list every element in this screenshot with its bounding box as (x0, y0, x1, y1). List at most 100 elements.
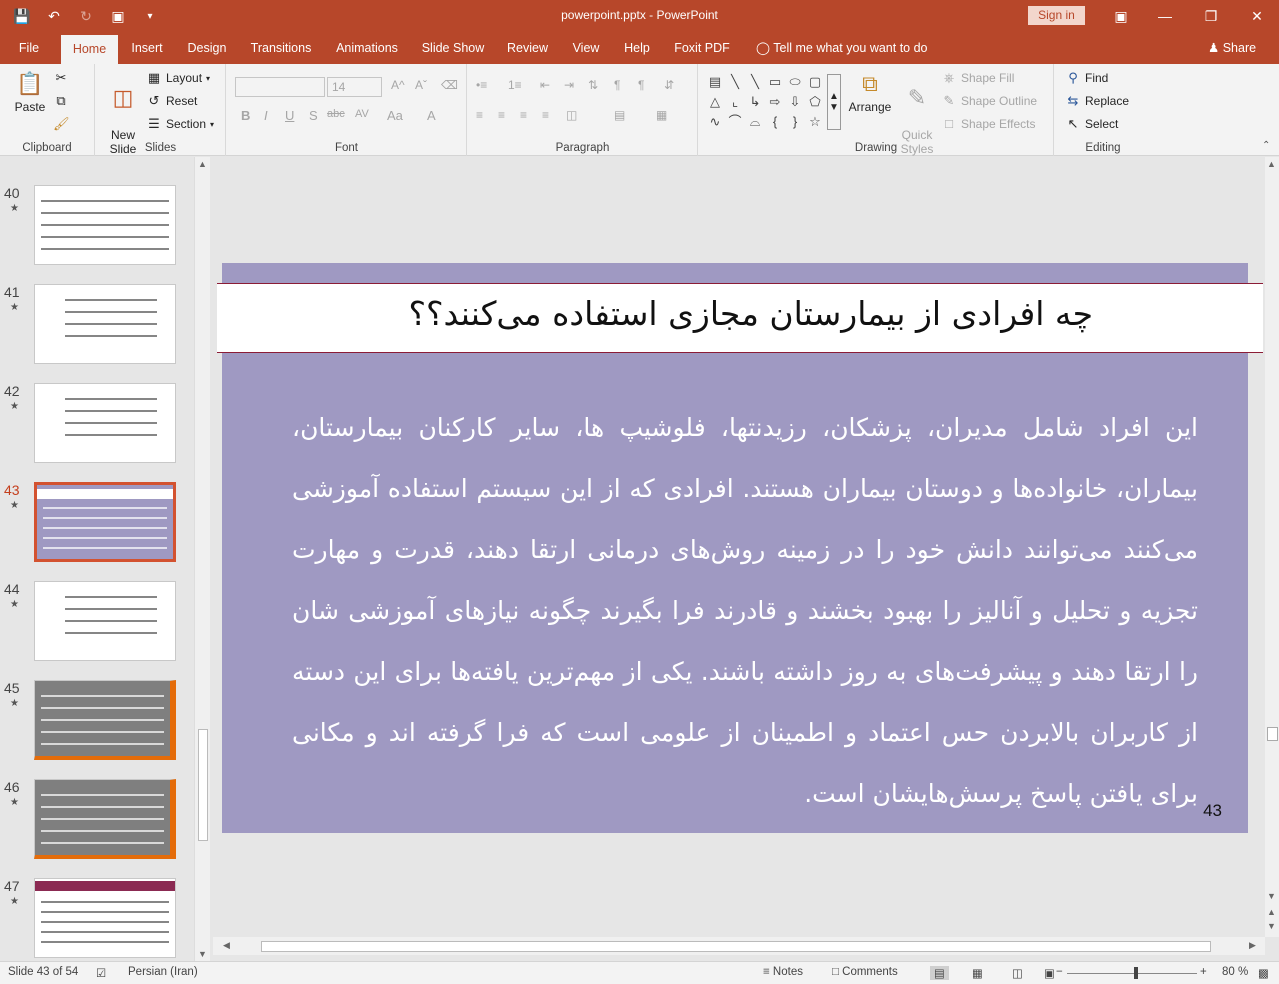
ltr-icon[interactable]: ¶ (614, 78, 620, 92)
smartart-icon[interactable]: ▦ (656, 108, 667, 122)
triangle-shape-icon[interactable]: △ (706, 92, 724, 112)
scroll-left-arrow[interactable]: ◀ (223, 940, 230, 951)
slide-thumbnail[interactable] (34, 779, 176, 859)
slide-title-box[interactable]: چه افرادی از بیمارستان مجازی استفاده می‌… (217, 283, 1263, 353)
spell-check-icon[interactable]: ☑ (96, 966, 106, 980)
paste-button[interactable]: 📋 Paste (8, 70, 52, 114)
tab-design[interactable]: Design (180, 32, 234, 64)
shape-more-icon[interactable]: ⬠ (806, 92, 824, 112)
replace-button[interactable]: ⇆ Replace (1065, 93, 1129, 109)
clear-formatting-icon[interactable]: ⌫ (441, 78, 458, 92)
sign-in-button[interactable]: Sign in (1028, 6, 1085, 25)
shapes-gallery[interactable]: ▤ ╲ ╲ ▭ ⬭ ▢ △ ⌞ ↳ ⇨ ⇩ ⬠ ∿ ⌒ ⌓ { } ☆ (706, 72, 824, 134)
cut-button[interactable]: ✂ (53, 70, 69, 86)
elbow-connector-icon[interactable]: ⌞ (726, 92, 744, 112)
section-button[interactable]: ☰ Section ▾ (146, 116, 214, 132)
slide-thumbnail[interactable] (34, 383, 176, 463)
slide-thumbnail[interactable] (34, 680, 176, 760)
thumbnails-scroll-thumb[interactable] (198, 729, 208, 841)
scroll-down-arrow[interactable]: ▼ (198, 949, 207, 959)
shapes-gallery-scroll[interactable]: ▲ ▼ (827, 74, 841, 130)
tab-review[interactable]: Review (500, 32, 555, 64)
collapse-ribbon-icon[interactable]: ⌃ (1262, 140, 1270, 151)
columns-icon[interactable]: ◫ (566, 108, 577, 122)
rectangle-shape-icon[interactable]: ▭ (766, 72, 784, 92)
line-shape-icon[interactable]: ╲ (726, 72, 744, 92)
shrink-font-icon[interactable]: Aˇ (415, 78, 427, 92)
shadow-button[interactable]: S (309, 108, 318, 123)
notes-button[interactable]: ≡ Notes (763, 966, 803, 978)
select-button[interactable]: ↖ Select (1065, 116, 1119, 132)
zoom-out-icon[interactable]: − (1056, 966, 1063, 978)
bold-button[interactable]: B (241, 108, 250, 123)
zoom-slider-knob[interactable] (1134, 967, 1138, 979)
arrange-button[interactable]: ⧉ Arrange (845, 70, 895, 114)
slide-sorter-icon[interactable]: ▦ (972, 966, 983, 980)
current-slide[interactable]: چه افرادی از بیمارستان مجازی استفاده می‌… (217, 263, 1263, 833)
minimize-icon[interactable]: — (1143, 0, 1187, 32)
align-text-icon[interactable]: ▤ (614, 108, 625, 122)
editor-horizontal-scrollbar[interactable]: ◀ ▶ (213, 937, 1265, 955)
slide-thumbnail[interactable] (34, 284, 176, 364)
comments-button[interactable]: □ Comments (832, 966, 898, 978)
elbow-arrow-icon[interactable]: ↳ (746, 92, 764, 112)
tab-help[interactable]: Help (617, 32, 657, 64)
oval-shape-icon[interactable]: ⬭ (786, 72, 804, 92)
scroll-up-arrow[interactable]: ▲ (198, 159, 207, 169)
copy-button[interactable]: ⧉ (53, 93, 69, 109)
character-spacing-button[interactable]: AV (355, 108, 369, 120)
format-painter-button[interactable]: 🖌 (53, 116, 70, 132)
normal-view-icon[interactable]: ▤ (930, 966, 949, 980)
zoom-level[interactable]: 80 % (1222, 966, 1248, 978)
horizontal-scroll-thumb[interactable] (261, 941, 1211, 952)
editor-vertical-scrollbar[interactable]: ▲ ▼ ▲ ▼ (1265, 157, 1279, 937)
tab-animations[interactable]: Animations (328, 32, 406, 64)
font-size-combo[interactable]: 14 (327, 77, 382, 97)
line-spacing-icon[interactable]: ⇅ (588, 78, 598, 92)
tab-home[interactable]: Home (61, 35, 118, 64)
slide-thumbnail[interactable] (34, 878, 176, 958)
arc-shape-icon[interactable]: ⌒ (726, 112, 744, 132)
slideshow-view-icon[interactable]: ▣ (1044, 966, 1055, 980)
italic-button[interactable]: I (264, 108, 268, 123)
tab-transitions[interactable]: Transitions (244, 32, 318, 64)
tab-view[interactable]: View (565, 32, 607, 64)
tab-file[interactable]: File (8, 32, 50, 64)
textbox-shape-icon[interactable]: ▤ (706, 72, 724, 92)
align-left-icon[interactable]: ≡ (476, 108, 483, 122)
share-button[interactable]: ♟ Share (1208, 32, 1256, 64)
editor-scroll-thumb[interactable] (1267, 727, 1278, 741)
previous-slide-icon[interactable]: ▲ (1267, 907, 1276, 917)
star-shape-icon[interactable]: ☆ (806, 112, 824, 132)
shape-fill-button[interactable]: ⎈ Shape Fill (941, 70, 1015, 86)
change-case-button[interactable]: Aa (387, 108, 403, 123)
find-button[interactable]: ⚲ Find (1065, 70, 1108, 86)
tab-slide-show[interactable]: Slide Show (416, 32, 490, 64)
line-shape-icon[interactable]: ╲ (746, 72, 764, 92)
scroll-right-arrow[interactable]: ▶ (1249, 940, 1256, 951)
brace-right-icon[interactable]: } (786, 112, 804, 132)
ribbon-display-options-icon[interactable]: ▣ (1099, 0, 1143, 32)
strikethrough-button[interactable]: abc (327, 108, 345, 120)
rounded-rectangle-shape-icon[interactable]: ▢ (806, 72, 824, 92)
grow-font-icon[interactable]: A^ (391, 78, 405, 92)
font-color-button[interactable]: A (427, 108, 436, 123)
tab-foxit-pdf[interactable]: Foxit PDF (667, 32, 737, 64)
zoom-slider[interactable] (1067, 973, 1197, 974)
next-slide-icon[interactable]: ▼ (1267, 921, 1276, 931)
slide-thumbnail[interactable] (34, 482, 176, 562)
justify-icon[interactable]: ≡ (542, 108, 549, 122)
thumbnails-scrollbar[interactable]: ▲ ▼ (194, 157, 210, 961)
brace-left-icon[interactable]: { (766, 112, 784, 132)
text-direction-icon[interactable]: ⇵ (664, 78, 674, 92)
decrease-indent-icon[interactable]: ⇤ (540, 78, 550, 92)
tell-me-box[interactable]: ◯ Tell me what you want to do (756, 32, 928, 64)
align-right-icon[interactable]: ≡ (520, 108, 527, 122)
language-indicator[interactable]: Persian (Iran) (128, 966, 198, 978)
scroll-down-arrow[interactable]: ▼ (1267, 891, 1276, 901)
scroll-up-arrow[interactable]: ▲ (1267, 159, 1276, 169)
font-name-combo[interactable] (235, 77, 325, 97)
shape-outline-button[interactable]: ✎ Shape Outline (941, 93, 1038, 109)
restore-icon[interactable]: ❐ (1189, 0, 1233, 32)
reset-button[interactable]: ↺ Reset (146, 93, 198, 109)
